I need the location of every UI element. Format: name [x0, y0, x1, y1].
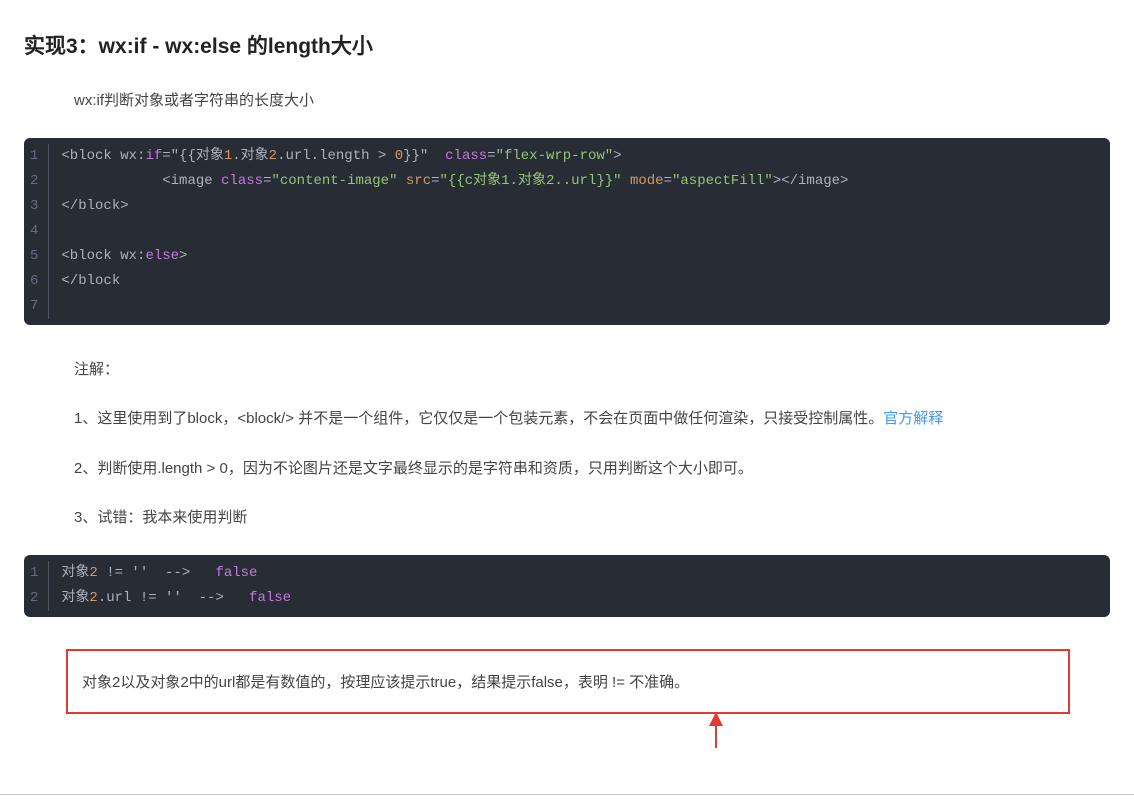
arrow-stem: [715, 726, 717, 748]
code-lines: <block wx:if="{{对象1.对象2.url.length > 0}}…: [57, 144, 1110, 319]
code-gutter: 1 2: [24, 561, 57, 611]
line-number: 7: [30, 294, 49, 319]
line-number: 4: [30, 219, 49, 244]
section-heading: 实现3：wx:if - wx:else 的length大小: [24, 30, 1110, 60]
line-number: 1: [30, 144, 49, 169]
code-line: [61, 219, 1100, 244]
code-lines: 对象2 != '' --> false对象2.url != '' --> fal…: [57, 561, 1110, 611]
note-1-text: 1、这里使用到了block，<block/> 并不是一个组件，它仅仅是一个包装元…: [24, 410, 883, 427]
code-line: <block wx:else>: [61, 244, 1100, 269]
line-number: 2: [30, 169, 49, 194]
callout-text: 对象2以及对象2中的url都是有数值的，按理应该提示true，结果提示false…: [82, 674, 689, 691]
note-2: 2、判断使用.length > 0，因为不论图片还是文字最终显示的是字符串和资质…: [24, 456, 1110, 482]
code-line: 对象2.url != '' --> false: [61, 586, 1100, 611]
code-block-1: 1 2 3 4 5 6 7 <block wx:if="{{对象1.对象2.ur…: [24, 138, 1110, 325]
line-number: 6: [30, 269, 49, 294]
code-line: </block: [61, 269, 1100, 294]
callout-arrow: [66, 714, 1070, 754]
official-doc-link[interactable]: 官方解释: [883, 410, 943, 427]
line-number: 1: [30, 561, 49, 586]
callout-box: 对象2以及对象2中的url都是有数值的，按理应该提示true，结果提示false…: [66, 649, 1070, 714]
note-3: 3、试错：我本来使用判断: [24, 505, 1110, 531]
arrow-head-icon: [709, 712, 723, 726]
code-line: <image class="content-image" src="{{c对象1…: [61, 169, 1100, 194]
intro-paragraph: wx:if判断对象或者字符串的长度大小: [24, 88, 1110, 114]
code-gutter: 1 2 3 4 5 6 7: [24, 144, 57, 319]
code-line: [61, 294, 1100, 319]
line-number: 3: [30, 194, 49, 219]
code-line: 对象2 != '' --> false: [61, 561, 1100, 586]
line-number: 2: [30, 586, 49, 611]
code-line: <block wx:if="{{对象1.对象2.url.length > 0}}…: [61, 144, 1100, 169]
code-block-2: 1 2 对象2 != '' --> false对象2.url != '' -->…: [24, 555, 1110, 617]
line-number: 5: [30, 244, 49, 269]
note-1: 1、这里使用到了block，<block/> 并不是一个组件，它仅仅是一个包装元…: [24, 406, 1110, 432]
code-line: </block>: [61, 194, 1100, 219]
notes-title: 注解：: [24, 357, 1110, 383]
